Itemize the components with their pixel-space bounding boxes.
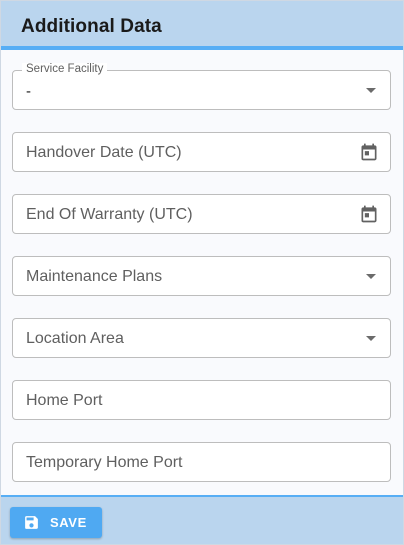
maintenance-plans-label: Maintenance Plans: [26, 268, 163, 285]
temporary-home-port-label: Temporary Home Port: [26, 454, 183, 471]
location-area-label: Location Area: [26, 330, 124, 347]
home-port-field[interactable]: Home Port: [12, 380, 391, 420]
temporary-home-port-field[interactable]: Temporary Home Port: [12, 442, 391, 482]
location-area-select[interactable]: Location Area: [12, 318, 391, 358]
end-of-warranty-label: End Of Warranty (UTC): [26, 206, 193, 223]
handover-date-label: Handover Date (UTC): [26, 144, 182, 161]
panel-header: Additional Data: [1, 1, 403, 50]
maintenance-plans-select[interactable]: Maintenance Plans: [12, 256, 391, 296]
handover-date-field[interactable]: Handover Date (UTC): [12, 132, 391, 172]
end-of-warranty-field[interactable]: End Of Warranty (UTC): [12, 194, 391, 234]
service-facility-select[interactable]: Service Facility -: [12, 63, 391, 110]
home-port-label: Home Port: [26, 392, 103, 409]
service-facility-label: Service Facility: [22, 63, 108, 75]
calendar-icon[interactable]: [359, 204, 379, 224]
save-button-label: SAVE: [50, 515, 87, 530]
floppy-disk-icon: [25, 516, 38, 529]
calendar-icon[interactable]: [359, 142, 379, 162]
panel-footer: SAVE: [1, 495, 403, 544]
additional-data-panel: Additional Data Service Facility - Hando…: [0, 0, 404, 545]
chevron-down-icon[interactable]: [366, 274, 376, 279]
panel-title: Additional Data: [21, 16, 162, 37]
save-button[interactable]: SAVE: [10, 507, 102, 538]
chevron-down-icon[interactable]: [366, 336, 376, 341]
chevron-down-icon[interactable]: [366, 88, 376, 93]
service-facility-value: -: [26, 83, 31, 100]
